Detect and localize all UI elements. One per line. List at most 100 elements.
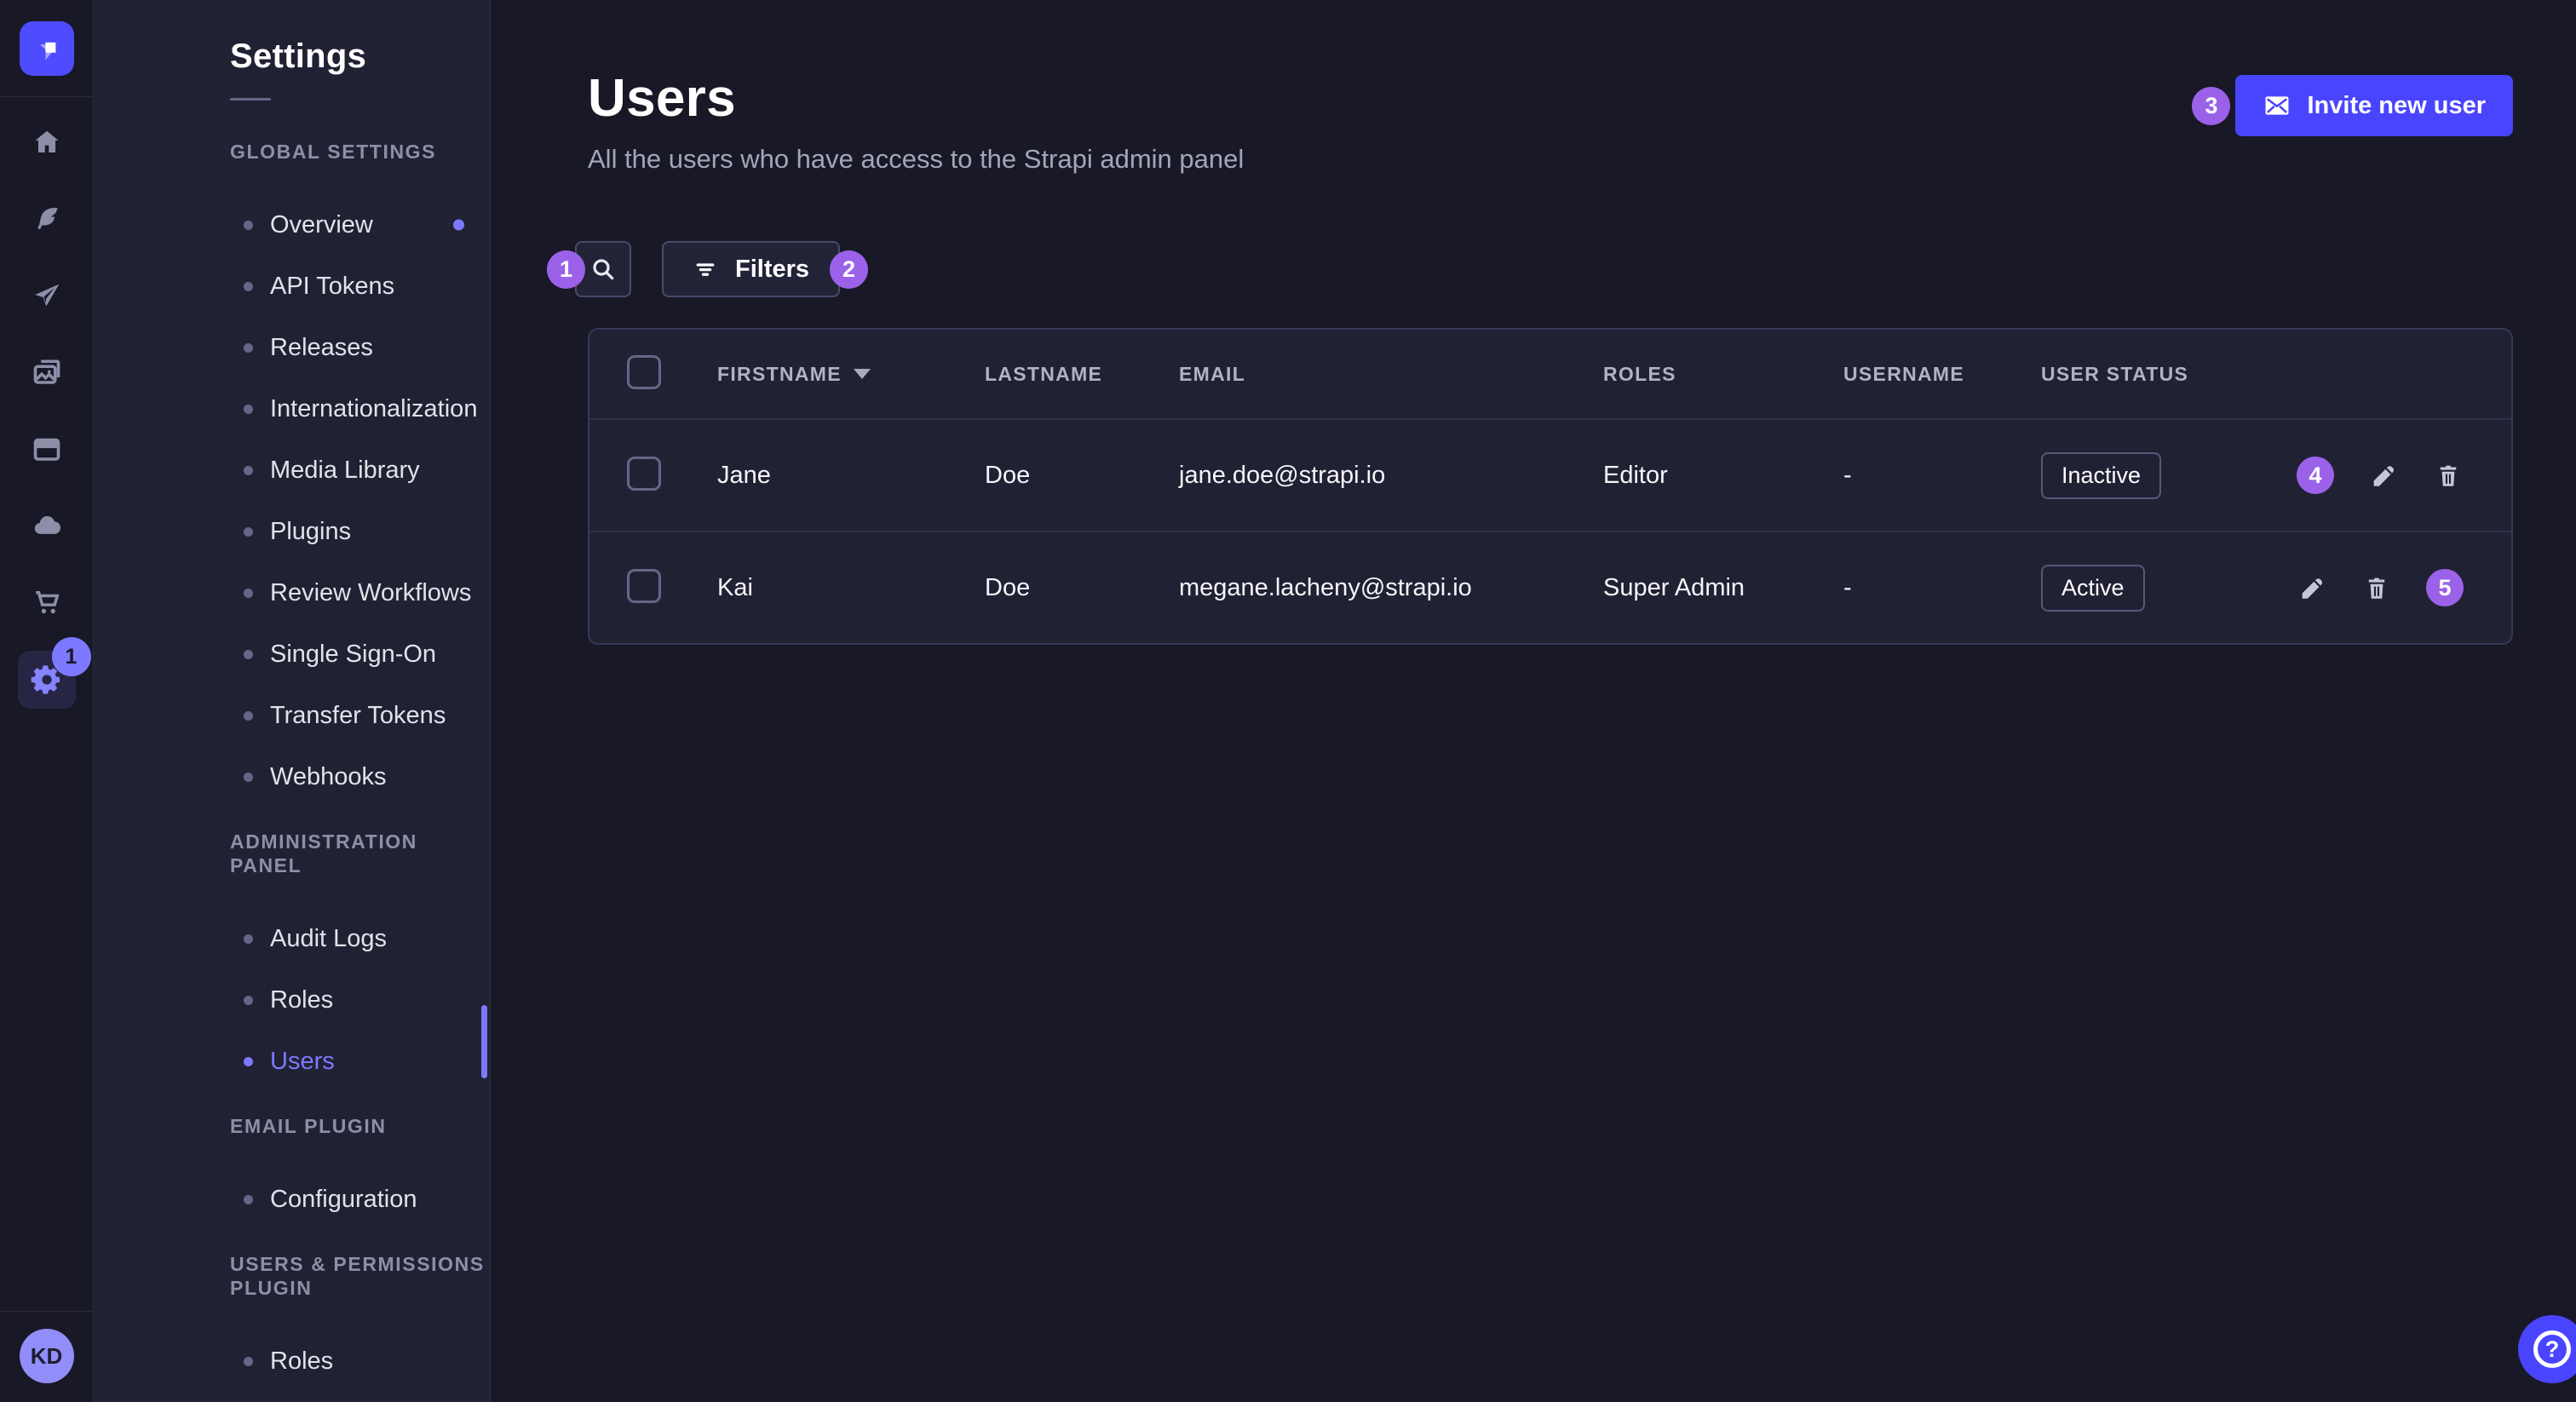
pencil-icon [2297, 573, 2326, 602]
filters-button[interactable]: Filters [662, 241, 840, 297]
table-header-row: FIRSTNAME LASTNAME EMAIL ROLES USERNAME … [589, 330, 2511, 418]
bullet-icon [244, 405, 253, 414]
bullet-icon [244, 282, 253, 291]
annotation-step-5: 5 [2426, 569, 2464, 606]
sidebar-item-webhooks[interactable]: Webhooks [94, 746, 490, 807]
annotation-step-2: 2 [830, 250, 868, 289]
table-row[interactable]: Jane Doe jane.doe@strapi.io Editor - Ina… [589, 418, 2511, 531]
cell-roles: Super Admin [1603, 574, 1843, 602]
trash-icon [2362, 573, 2391, 602]
section-users-permissions-plugin: USERS & PERMISSIONS PLUGIN Roles Provide… [94, 1252, 490, 1402]
sidebar-item-api-tokens[interactable]: API Tokens [94, 256, 490, 317]
bullet-icon [244, 934, 253, 944]
sidebar-item-single-sign-on[interactable]: Single Sign-On [94, 623, 490, 685]
sidebar-item-internationalization[interactable]: Internationalization [94, 378, 490, 440]
cell-username: - [1843, 462, 2041, 490]
cell-username: - [1843, 574, 2041, 602]
cell-lastname: Doe [985, 574, 1179, 602]
strapi-logo[interactable] [20, 21, 74, 76]
section-label: GLOBAL SETTINGS [230, 140, 490, 164]
column-username[interactable]: USERNAME [1843, 363, 2041, 386]
bullet-icon [244, 1057, 253, 1066]
cell-firstname: Jane [717, 462, 985, 490]
page-title: Users [588, 68, 1244, 129]
column-email[interactable]: EMAIL [1179, 363, 1603, 386]
sidebar-item-configuration[interactable]: Configuration [94, 1169, 490, 1230]
delete-button[interactable] [2361, 572, 2392, 603]
edit-button[interactable] [2297, 572, 2327, 603]
settings-gear-icon[interactable]: 1 [18, 651, 76, 709]
layout-icon[interactable] [31, 433, 63, 465]
cloud-icon[interactable] [31, 509, 63, 542]
row-checkbox[interactable] [627, 457, 661, 491]
subnav-divider [230, 98, 271, 101]
strapi-logo-icon [30, 32, 64, 66]
user-avatar[interactable]: KD [20, 1329, 74, 1383]
section-administration-panel: ADMINISTRATION PANEL Audit Logs Roles Us… [94, 830, 490, 1092]
settings-subnav: Settings GLOBAL SETTINGS Overview API To… [94, 0, 491, 1402]
invite-new-user-button[interactable]: Invite new user [2235, 75, 2513, 136]
sidebar-item-releases[interactable]: Releases [94, 317, 490, 378]
rail-bottom: KD [0, 1311, 93, 1402]
rail-nav-icons [31, 97, 63, 618]
logo-area [0, 0, 93, 97]
paper-plane-icon[interactable] [31, 279, 63, 312]
bullet-icon [244, 773, 253, 782]
sidebar-item-users[interactable]: Users [94, 1031, 490, 1092]
bullet-icon [244, 1357, 253, 1366]
toolbar: 1 Filters 2 [547, 241, 2513, 297]
cell-roles: Editor [1603, 462, 1843, 490]
main-nav-rail: 1 KD [0, 0, 94, 1402]
page-header: Users All the users who have access to t… [588, 68, 2513, 175]
sidebar-item-providers[interactable]: Providers [94, 1392, 490, 1402]
sort-caret-icon[interactable] [854, 369, 871, 379]
sidebar-item-plugins[interactable]: Plugins [94, 501, 490, 562]
status-badge: Inactive [2041, 452, 2161, 499]
help-button[interactable]: ? [2518, 1315, 2576, 1383]
envelope-icon [2263, 91, 2291, 120]
cell-lastname: Doe [985, 462, 1179, 490]
status-badge: Active [2041, 565, 2145, 612]
column-firstname[interactable]: FIRSTNAME [717, 363, 985, 386]
annotation-step-1: 1 [547, 250, 585, 289]
section-label: EMAIL PLUGIN [230, 1114, 490, 1138]
sidebar-item-media-library[interactable]: Media Library [94, 440, 490, 501]
sidebar-item-up-roles[interactable]: Roles [94, 1330, 490, 1392]
sidebar-item-overview[interactable]: Overview [94, 194, 490, 256]
select-all-checkbox[interactable] [627, 355, 661, 389]
sidebar-item-transfer-tokens[interactable]: Transfer Tokens [94, 685, 490, 746]
edit-button[interactable] [2368, 460, 2399, 491]
delete-button[interactable] [2433, 460, 2464, 491]
bullet-icon [244, 711, 253, 721]
feather-icon[interactable] [31, 203, 63, 235]
bullet-icon [244, 650, 253, 659]
column-roles[interactable]: ROLES [1603, 363, 1843, 386]
sidebar-item-admin-roles[interactable]: Roles [94, 969, 490, 1031]
bullet-icon [244, 1195, 253, 1204]
table-row[interactable]: Kai Doe megane.lacheny@strapi.io Super A… [589, 531, 2511, 643]
bullet-icon [244, 589, 253, 598]
search-icon [589, 256, 617, 283]
subnav-scrollbar-thumb[interactable] [481, 1005, 487, 1078]
annotation-step-4: 4 [2297, 457, 2334, 494]
annotation-step-3: 3 [2192, 87, 2230, 125]
media-library-icon[interactable] [31, 356, 63, 388]
filter-icon [693, 256, 718, 282]
column-lastname[interactable]: LASTNAME [985, 363, 1179, 386]
sidebar-item-audit-logs[interactable]: Audit Logs [94, 908, 490, 969]
users-page: Users All the users who have access to t… [491, 0, 2576, 1402]
page-title-block: Users All the users who have access to t… [588, 68, 1244, 175]
pencil-icon [2369, 461, 2398, 490]
row-checkbox[interactable] [627, 569, 661, 603]
column-user-status[interactable]: USER STATUS [2041, 363, 2297, 386]
cell-email: megane.lacheny@strapi.io [1179, 574, 1603, 602]
home-icon[interactable] [31, 126, 63, 158]
cart-icon[interactable] [31, 586, 63, 618]
trash-icon [2434, 461, 2463, 490]
sidebar-item-review-workflows[interactable]: Review Workflows [94, 562, 490, 623]
cell-email: jane.doe@strapi.io [1179, 462, 1603, 490]
overview-notification-dot [453, 220, 464, 231]
page-subtitle: All the users who have access to the Str… [588, 144, 1244, 175]
bullet-icon [244, 343, 253, 353]
row-actions: 4 [2297, 457, 2511, 494]
